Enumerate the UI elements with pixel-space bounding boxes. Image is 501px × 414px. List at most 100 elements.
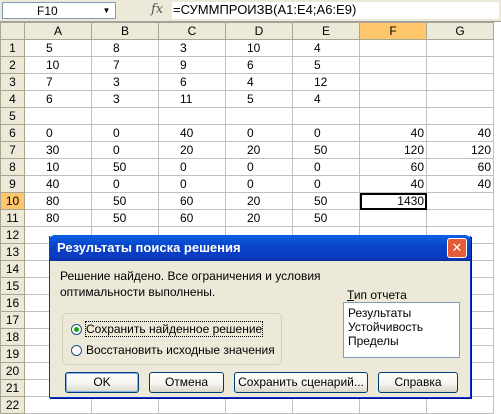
cell-c4[interactable]: 11	[158, 90, 226, 108]
cell-d22[interactable]	[225, 396, 293, 414]
cell-g6[interactable]: 40	[426, 124, 494, 142]
row-header[interactable]: 4	[0, 90, 25, 108]
cell-e2[interactable]: 5	[292, 56, 360, 74]
cell-b10[interactable]: 50	[91, 192, 159, 210]
row-header[interactable]: 21	[0, 379, 25, 397]
row-header[interactable]: 11	[0, 209, 25, 227]
report-type-list[interactable]: Результаты Устойчивость Пределы	[343, 302, 460, 358]
cell-a7[interactable]: 30	[24, 141, 92, 159]
radio-button-checked[interactable]	[71, 323, 82, 335]
column-header-d[interactable]: D	[225, 22, 293, 40]
row-header[interactable]: 10	[0, 192, 25, 210]
cell-e11[interactable]: 50	[292, 209, 360, 227]
row-header[interactable]: 22	[0, 396, 25, 414]
cell-c11[interactable]: 60	[158, 209, 226, 227]
cell-f2[interactable]	[359, 56, 427, 74]
cell-e7[interactable]: 50	[292, 141, 360, 159]
cell-f8[interactable]: 60	[359, 158, 427, 176]
cell-f22[interactable]	[359, 396, 427, 414]
cell-c7[interactable]: 20	[158, 141, 226, 159]
cell-e10[interactable]: 50	[292, 192, 360, 210]
cell-f7[interactable]: 120	[359, 141, 427, 159]
cell-g3[interactable]	[426, 73, 494, 91]
keep-solution-label[interactable]: Сохранить найденное решение	[84, 321, 264, 337]
cell-a6[interactable]: 0	[24, 124, 92, 142]
column-header-b[interactable]: B	[91, 22, 159, 40]
row-header[interactable]: 13	[0, 243, 25, 261]
cell-b1[interactable]: 8	[91, 39, 159, 57]
cell-e9[interactable]: 0	[292, 175, 360, 193]
cell-d2[interactable]: 6	[225, 56, 293, 74]
row-header[interactable]: 3	[0, 73, 25, 91]
cell-g4[interactable]	[426, 90, 494, 108]
cell-a8[interactable]: 10	[24, 158, 92, 176]
row-header[interactable]: 6	[0, 124, 25, 142]
cell-e22[interactable]	[292, 396, 360, 414]
report-item-sensitivity[interactable]: Устойчивость	[348, 320, 455, 334]
cell-a5[interactable]	[24, 107, 92, 125]
cell-e3[interactable]: 12	[292, 73, 360, 91]
restore-values-label[interactable]: Восстановить исходные значения	[86, 343, 275, 357]
row-header[interactable]: 9	[0, 175, 25, 193]
cell-d7[interactable]: 20	[225, 141, 293, 159]
cell-a3[interactable]: 7	[24, 73, 92, 91]
radio-button[interactable]	[71, 344, 82, 356]
formula-input[interactable]: =СУММПРОИЗВ(A1:E4;A6:E9)	[172, 2, 499, 19]
cell-c2[interactable]: 9	[158, 56, 226, 74]
cell-e4[interactable]: 4	[292, 90, 360, 108]
cell-e6[interactable]: 0	[292, 124, 360, 142]
help-button[interactable]: Справка	[378, 372, 458, 393]
row-header[interactable]: 19	[0, 345, 25, 363]
cell-a2[interactable]: 10	[24, 56, 92, 74]
report-item-results[interactable]: Результаты	[348, 306, 455, 320]
cell-a9[interactable]: 40	[24, 175, 92, 193]
row-header[interactable]: 12	[0, 226, 25, 244]
save-scenario-button[interactable]: Сохранить сценарий...	[234, 372, 368, 393]
cell-f6[interactable]: 40	[359, 124, 427, 142]
cell-e8[interactable]: 0	[292, 158, 360, 176]
cell-c8[interactable]: 0	[158, 158, 226, 176]
cell-c5[interactable]	[158, 107, 226, 125]
close-button[interactable]: ✕	[447, 238, 467, 258]
column-header-e[interactable]: E	[292, 22, 360, 40]
cell-a22[interactable]	[24, 396, 92, 414]
cell-d5[interactable]	[225, 107, 293, 125]
cell-f4[interactable]	[359, 90, 427, 108]
cell-a1[interactable]: 5	[24, 39, 92, 57]
row-header[interactable]: 20	[0, 362, 25, 380]
cell-f11[interactable]	[359, 209, 427, 227]
cell-c22[interactable]	[158, 396, 226, 414]
cell-d3[interactable]: 4	[225, 73, 293, 91]
cell-b6[interactable]: 0	[91, 124, 159, 142]
name-box[interactable]: F10 ▼	[2, 2, 116, 19]
function-icon[interactable]: fx	[151, 2, 163, 17]
cell-c3[interactable]: 6	[158, 73, 226, 91]
cell-c9[interactable]: 0	[158, 175, 226, 193]
cell-e1[interactable]: 4	[292, 39, 360, 57]
row-header[interactable]: 2	[0, 56, 25, 74]
row-header[interactable]: 15	[0, 277, 25, 295]
cell-c6[interactable]: 40	[158, 124, 226, 142]
row-header[interactable]: 18	[0, 328, 25, 346]
cell-f10[interactable]: 1430	[359, 192, 427, 210]
cell-e5[interactable]	[292, 107, 360, 125]
select-all-corner[interactable]	[0, 22, 25, 40]
ok-button[interactable]: OK	[65, 372, 139, 393]
cell-b7[interactable]: 0	[91, 141, 159, 159]
cell-g5[interactable]	[426, 107, 494, 125]
column-header-c[interactable]: C	[158, 22, 226, 40]
cell-g2[interactable]	[426, 56, 494, 74]
cell-b5[interactable]	[91, 107, 159, 125]
column-header-f[interactable]: F	[359, 22, 427, 40]
cell-b22[interactable]	[91, 396, 159, 414]
cell-g11[interactable]	[426, 209, 494, 227]
cell-b4[interactable]: 3	[91, 90, 159, 108]
cell-f3[interactable]	[359, 73, 427, 91]
cell-b11[interactable]: 50	[91, 209, 159, 227]
cell-a11[interactable]: 80	[24, 209, 92, 227]
row-header[interactable]: 16	[0, 294, 25, 312]
cell-g22[interactable]	[426, 396, 494, 414]
cell-g1[interactable]	[426, 39, 494, 57]
row-header[interactable]: 8	[0, 158, 25, 176]
cell-a10[interactable]: 80	[24, 192, 92, 210]
